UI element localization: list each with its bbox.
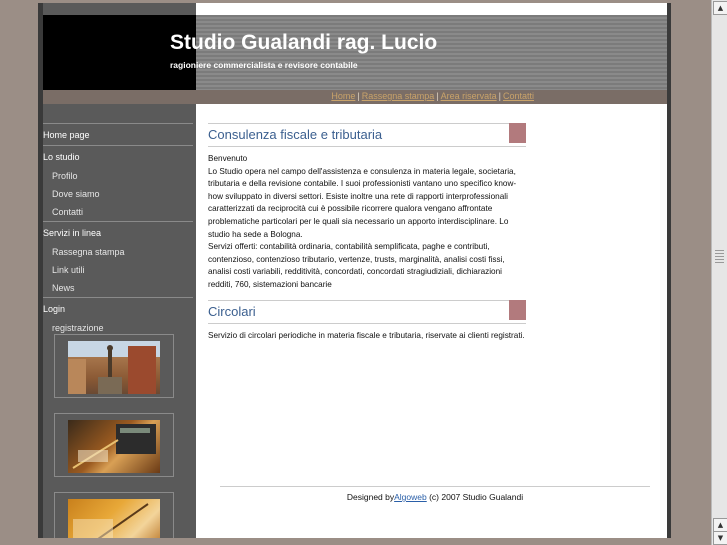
heading-accent-box	[509, 123, 526, 143]
nav-separator: |	[498, 91, 501, 101]
sidebar-item-lo-studio[interactable]: Lo studio	[43, 145, 193, 167]
photo-frame-fountain	[54, 334, 174, 398]
page-container: Studio Gualandi rag. Lucio ragioniere co…	[38, 3, 670, 538]
desk-photo	[68, 420, 160, 473]
nav-link-home[interactable]: Home	[331, 91, 355, 101]
section-heading: Circolari	[208, 299, 526, 324]
nav-link-contatti[interactable]: Contatti	[503, 91, 534, 101]
scroll-up-icon[interactable]: ▲	[713, 1, 727, 15]
nav-separator: |	[357, 91, 360, 101]
sidebar-item-servizi[interactable]: Servizi in linea	[43, 221, 193, 243]
section-heading: Consulenza fiscale e tributaria	[208, 123, 526, 147]
fountain-statue-icon	[68, 345, 156, 394]
page-edge-left	[38, 3, 43, 538]
footer-suffix: (c) 2007 Studio Gualandi	[426, 492, 524, 502]
sidebar-item-home[interactable]: Home page	[43, 123, 193, 145]
section2-title: Circolari	[208, 303, 256, 319]
pen-icon	[73, 503, 149, 538]
sidebar-item-login[interactable]: Login	[43, 297, 193, 319]
sidebar-item-news[interactable]: News	[43, 279, 193, 297]
section1-title: Consulenza fiscale e tributaria	[208, 127, 383, 142]
sidebar-menu: Home page Lo studio Profilo Dove siamo C…	[43, 123, 193, 337]
footer-link-algoweb[interactable]: Algoweb	[394, 492, 427, 502]
section2-text: Servizio di circolari periodiche in mate…	[208, 330, 525, 340]
main-content: Consulenza fiscale e tributaria Benvenut…	[208, 123, 526, 342]
sidebar-item-link-utili[interactable]: Link utili	[43, 261, 193, 279]
section1-text: Benvenuto Lo Studio opera nel campo dell…	[208, 154, 517, 289]
nav-link-area-riservata[interactable]: Area riservata	[441, 91, 497, 101]
photo-frame-desk	[54, 413, 174, 477]
divider	[208, 123, 526, 124]
sidebar-item-rassegna[interactable]: Rassegna stampa	[43, 243, 193, 261]
sidebar-item-contatti[interactable]: Contatti	[43, 203, 193, 221]
sidebar-item-profilo[interactable]: Profilo	[43, 167, 193, 185]
calculator-icon	[72, 424, 156, 469]
vertical-scrollbar[interactable]: ▲ ▲ ▼	[711, 0, 727, 545]
heading-accent-box	[509, 299, 526, 320]
scroll-up-icon[interactable]: ▲	[713, 518, 727, 532]
sidebar-item-dove-siamo[interactable]: Dove siamo	[43, 185, 193, 203]
scroll-grip-icon[interactable]	[715, 250, 724, 264]
site-subtitle: ragioniere commercialista e revisore con…	[170, 60, 358, 70]
fountain-photo	[68, 341, 160, 394]
top-nav: Home | Rassegna stampa | Area riservata | Cont…	[331, 91, 534, 101]
photo-frame-documents	[54, 492, 174, 538]
nav-link-rassegna[interactable]: Rassegna stampa	[362, 91, 435, 101]
site-title: Studio Gualandi rag. Lucio	[170, 31, 438, 54]
nav-separator: |	[436, 91, 439, 101]
divider	[208, 299, 526, 301]
scroll-down-icon[interactable]: ▼	[713, 531, 727, 545]
documents-photo	[68, 499, 160, 538]
footer-prefix: Designed by	[346, 492, 395, 502]
footer: Designed byAlgoweb (c) 2007 Studio Guala…	[220, 486, 650, 502]
page-edge-right	[667, 3, 671, 538]
